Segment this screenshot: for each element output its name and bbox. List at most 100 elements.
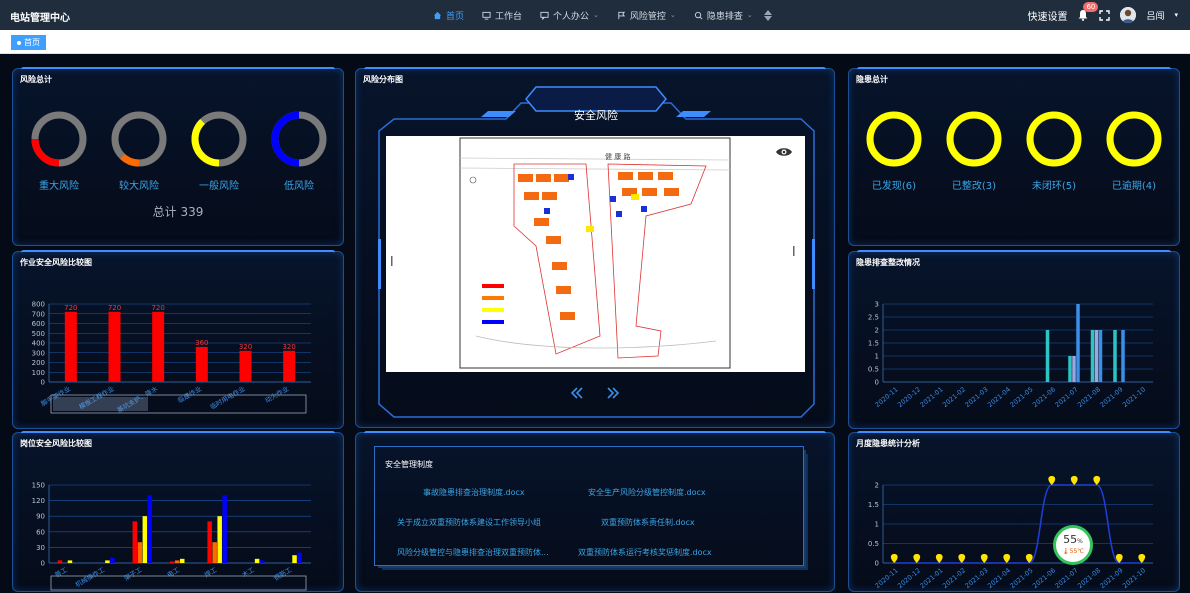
bar — [212, 542, 217, 563]
ring-full — [866, 111, 922, 167]
bar — [292, 555, 297, 563]
double-left-arrow-icon[interactable] — [570, 387, 584, 399]
bar-value-label: 320 — [282, 343, 295, 351]
bar-value-label: 360 — [195, 339, 208, 347]
building-block — [534, 218, 549, 226]
notification-button[interactable]: 60 — [1077, 2, 1099, 21]
nav-workbench[interactable]: 工作台 — [473, 0, 531, 30]
building-block — [658, 172, 673, 180]
nav-hazard-check[interactable]: 隐患排查 ⌄ — [685, 0, 762, 30]
eye-icon[interactable] — [775, 146, 793, 158]
bar — [239, 350, 252, 382]
y-tick-label: 700 — [32, 310, 45, 318]
general-risk-block — [631, 194, 639, 200]
y-tick-label: 0 — [41, 560, 45, 568]
hazard-rectify-chart: 00.511.522.532020-112020-122021-012021-0… — [868, 301, 1153, 409]
user-name[interactable]: 吕闯 — [1146, 9, 1164, 22]
low-risk-block — [544, 208, 550, 214]
x-tick-label: 2021-04 — [986, 385, 1012, 409]
building-block — [546, 236, 561, 244]
x-tick-label: 临时用电作业 — [208, 384, 247, 412]
site-map[interactable]: 健 康 路 — [386, 136, 805, 372]
gauge-unit: % — [1077, 538, 1083, 545]
x-tick-label: 2021-02 — [941, 566, 967, 590]
nav-workbench-label: 工作台 — [495, 11, 523, 22]
work-risk-panel: 作业安全风险比较图 0 100 200 300 400 500 600 700 800 720 脚手… — [12, 250, 344, 429]
x-tick-label: 钢筋工 — [272, 565, 294, 583]
legend-swatch — [482, 296, 504, 300]
bar — [254, 558, 260, 563]
avatar[interactable] — [1120, 7, 1137, 23]
doc-link[interactable]: 安全生产风险分级管控制度.docx — [588, 487, 706, 498]
hazard-rectify-panel: 隐患排查整改情况 0 0.5 1 1.5 2 2.5 3 2020-11 2020-12 2021… — [848, 250, 1180, 429]
x-tick-label: 2021-01 — [919, 385, 945, 409]
low-risk-block — [641, 206, 647, 212]
x-tick-label: 2021-05 — [1009, 385, 1035, 409]
bar — [180, 558, 185, 563]
gauge-percent: 55 — [1063, 533, 1078, 546]
hazard-rings — [866, 111, 1162, 167]
y-tick-label: 600 — [32, 320, 45, 328]
nav-home-label: 首页 — [446, 11, 465, 22]
nav-scroll-toggle[interactable] — [762, 5, 774, 25]
y-tick-label: 0 — [41, 379, 45, 387]
nav-personal-office[interactable]: 个人办公 ⌄ — [531, 0, 608, 30]
risk-total-count: 总计 339 — [152, 205, 204, 219]
x-tick-label: 机械操作工 — [73, 565, 106, 589]
doc-link[interactable]: 事故隐患排查治理制度.docx — [423, 487, 525, 498]
doc-link[interactable]: 双重预防体系责任制.docx — [601, 517, 695, 528]
bar — [1121, 330, 1125, 382]
bar — [110, 557, 115, 563]
y-tick-label: 100 — [32, 369, 45, 377]
fullscreen-icon[interactable] — [1099, 9, 1111, 21]
home-icon — [433, 11, 442, 19]
x-tick-label: 2021-10 — [1121, 385, 1147, 409]
x-tick-label: 2020-11 — [874, 385, 900, 409]
double-right-arrow-icon[interactable] — [606, 387, 620, 399]
bar — [57, 560, 63, 563]
bar — [1094, 330, 1099, 382]
quick-settings-link[interactable]: 快速设置 — [1027, 8, 1067, 23]
y-tick-label: 400 — [32, 340, 45, 348]
building-block — [524, 192, 539, 200]
y-tick-label: 1.5 — [868, 340, 879, 348]
plan-border — [459, 137, 731, 369]
ring-arc — [120, 153, 140, 167]
building-block — [638, 172, 653, 180]
low-risk-block — [610, 196, 616, 202]
doc-link[interactable]: 关于成立双重预防体系建设工作领导小组 — [397, 517, 541, 528]
data-point-pin — [913, 554, 921, 563]
tab-home[interactable]: 首页 — [11, 35, 46, 50]
bar — [217, 516, 222, 563]
y-tick-label: 0 — [875, 379, 879, 387]
building-block — [556, 286, 571, 294]
active-dot-icon — [17, 40, 21, 45]
chevron-down-icon[interactable]: ▾ — [1174, 11, 1178, 19]
bar-value-label: 720 — [108, 304, 121, 312]
bar — [195, 346, 208, 382]
chevron-down-icon: ⌄ — [593, 11, 599, 19]
gauge-temp: 55℃ — [1069, 548, 1084, 555]
map-banner: 安全风险 — [574, 109, 618, 122]
nav-home[interactable]: 首页 — [424, 0, 473, 30]
y-tick-label: 150 — [32, 482, 45, 490]
tags-view: 首页 — [0, 30, 1190, 54]
x-tick-label: 2021-09 — [1099, 385, 1125, 409]
y-tick-label: 2 — [875, 482, 879, 490]
x-tick-label: 2021-08 — [1076, 566, 1102, 590]
x-tick-label: 2021-08 — [1076, 385, 1102, 409]
ring-label: 已整改(3) — [951, 181, 997, 192]
x-tick-label: 架子工 — [123, 566, 144, 583]
y-tick-label: 120 — [32, 497, 45, 505]
ring-full — [1026, 111, 1082, 167]
doc-link[interactable]: 双重预防体系运行考核奖惩制度.docx — [578, 547, 712, 558]
nav-risk-control[interactable]: 风险管控 ⌄ — [608, 0, 685, 30]
map-next-handle[interactable] — [792, 243, 796, 256]
building-block — [542, 192, 557, 200]
map-prev-handle[interactable] — [390, 253, 394, 266]
x-tick-label: 电工 — [165, 565, 181, 580]
bar — [67, 560, 73, 563]
usage-gauge[interactable]: 55% 🌡55℃ — [1053, 525, 1093, 565]
doc-link[interactable]: 风险分级管控与隐患排查治理双重预防体... — [397, 547, 549, 558]
bar — [207, 521, 212, 563]
